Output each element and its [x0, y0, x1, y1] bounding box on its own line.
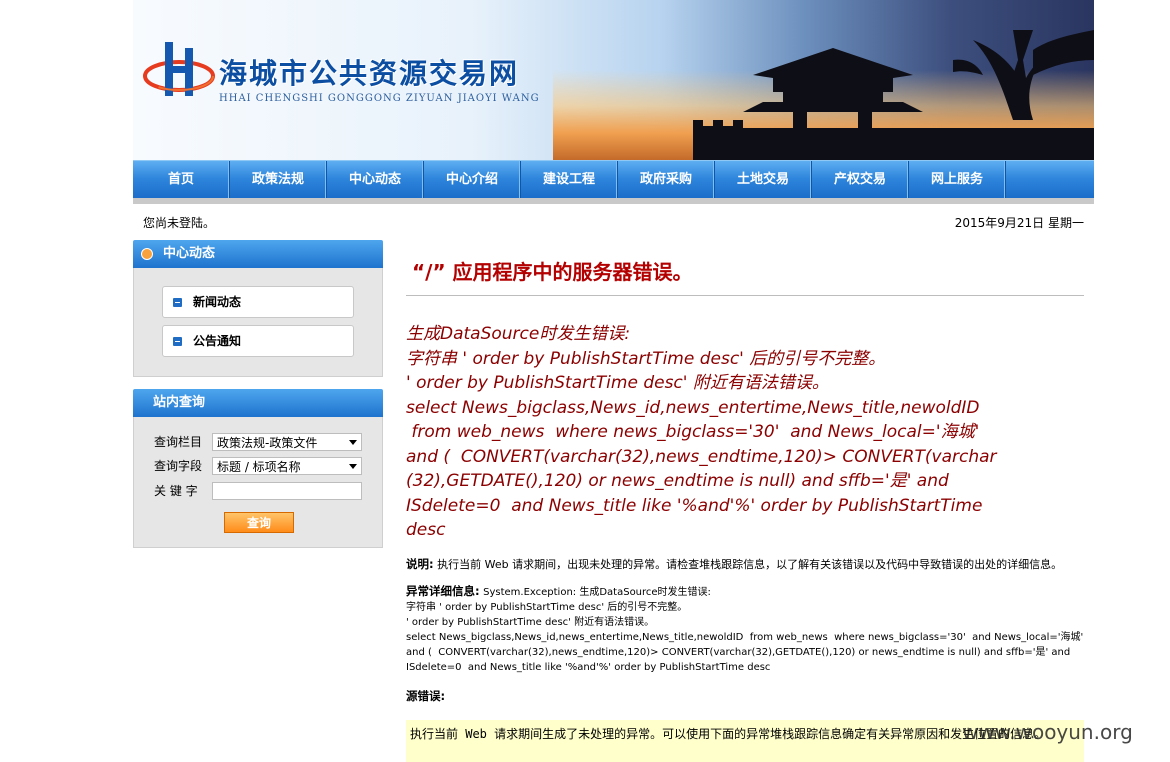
nav-construction[interactable]: 建设工程	[521, 161, 618, 199]
exception-label: 异常详细信息:	[406, 583, 480, 598]
exception-details: 异常详细信息: System.Exception: 生成DataSource时发…	[406, 584, 1084, 675]
news-box-title: 中心动态	[163, 246, 216, 261]
nav-procurement[interactable]: 政府采购	[618, 161, 715, 199]
nav-policy[interactable]: 政策法规	[230, 161, 327, 199]
nav-online-service[interactable]: 网上服务	[909, 161, 1006, 199]
description-label: 说明:	[406, 556, 434, 571]
news-box: 新闻动态 公告通知	[133, 268, 383, 377]
site-title: 海城市公共资源交易网	[219, 57, 520, 90]
news-box-header: 中心动态	[133, 240, 383, 268]
site-subtitle: HHAI CHENGSHI GONGGONG ZIYUAN JIAOYI WAN…	[219, 93, 540, 104]
search-keyword-label: 关 键 字	[154, 484, 198, 498]
minus-square-icon	[173, 298, 182, 307]
nav-home[interactable]: 首页	[133, 161, 230, 199]
current-date: 2015年9月21日 星期一	[954, 216, 1084, 230]
nav-land[interactable]: 土地交易	[715, 161, 812, 199]
site-banner: 海城市公共资源交易网 HHAI CHENGSHI GONGGONG ZIYUAN…	[133, 0, 1094, 160]
search-box: 查询栏目 政策法规-政策文件 查询字段 标题 / 标项名称 关 键 字 查询	[133, 417, 383, 548]
search-field-value: 标题 / 标项名称	[217, 460, 301, 474]
search-column-select[interactable]: 政策法规-政策文件	[212, 433, 362, 451]
exception-head: System.Exception: 生成DataSource时发生错误:	[483, 586, 711, 598]
sidebar-item-news[interactable]: 新闻动态	[162, 286, 354, 318]
login-status: 您尚未登陆。	[143, 216, 216, 230]
search-field-row: 查询字段	[154, 457, 208, 474]
description-text: 执行当前 Web 请求期间，出现未处理的异常。请检查堆栈跟踪信息，以了解有关该错…	[437, 557, 1063, 571]
chevron-down-icon	[349, 464, 357, 469]
error-message: 生成DataSource时发生错误: 字符串 ' order by Publis…	[406, 324, 997, 540]
arrow-circle-icon	[141, 248, 153, 260]
search-column-row: 查询栏目	[154, 433, 208, 450]
search-field-label: 查询字段	[154, 459, 203, 473]
chevron-down-icon	[349, 440, 357, 445]
search-field-select[interactable]: 标题 / 标项名称	[212, 457, 362, 475]
sidebar-item-notices[interactable]: 公告通知	[162, 325, 354, 357]
minus-square-icon	[173, 337, 182, 346]
source-error-label: 源错误:	[406, 688, 446, 703]
search-keyword-input[interactable]	[212, 482, 362, 500]
sidebar: 中心动态 新闻动态 公告通知 站内查询 查询栏目 政策法规-政策文件 查询字段 …	[133, 240, 383, 548]
nav-property[interactable]: 产权交易	[812, 161, 909, 199]
error-content: “/” 应用程序中的服务器错误。 生成DataSource时发生错误: 字符串 …	[406, 250, 1084, 762]
search-column-label: 查询栏目	[154, 435, 203, 449]
nav-divider	[133, 198, 1094, 204]
search-keyword-row: 关 键 字	[154, 482, 208, 499]
sidebar-item-label: 公告通知	[193, 334, 242, 348]
search-box-header: 站内查询	[133, 389, 383, 417]
sidebar-item-label: 新闻动态	[193, 295, 242, 309]
nav-center-intro[interactable]: 中心介绍	[424, 161, 521, 199]
watermark: www.wooyun.org	[962, 720, 1133, 744]
source-error: 源错误:	[406, 689, 1084, 704]
error-description: 说明: 执行当前 Web 请求期间，出现未处理的异常。请检查堆栈跟踪信息，以了解…	[406, 557, 1084, 572]
search-column-value: 政策法规-政策文件	[217, 436, 318, 450]
exception-text: 字符串 ' order by PublishStartTime desc' 后的…	[406, 601, 1084, 673]
error-title: “/” 应用程序中的服务器错误。	[406, 250, 1084, 296]
nav-center-news[interactable]: 中心动态	[327, 161, 424, 199]
main-nav: 首页 政策法规 中心动态 中心介绍 建设工程 政府采购 土地交易 产权交易 网上…	[133, 160, 1094, 199]
search-submit-button[interactable]: 查询	[224, 512, 294, 533]
search-box-title: 站内查询	[153, 395, 206, 410]
site-logo	[143, 42, 215, 96]
